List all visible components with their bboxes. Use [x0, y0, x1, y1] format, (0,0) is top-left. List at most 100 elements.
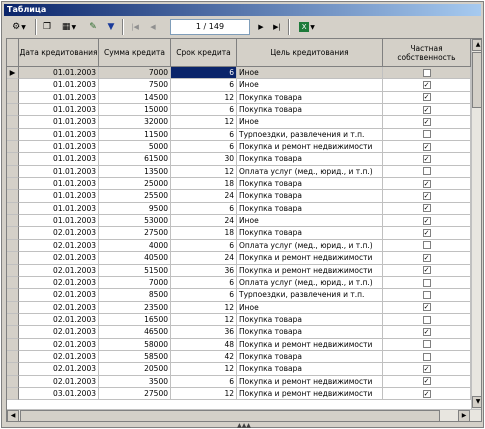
- cell-date[interactable]: 01.01.2003: [19, 116, 99, 129]
- cell-term[interactable]: 12: [171, 313, 237, 327]
- cell-purpose[interactable]: Покупка товара: [237, 363, 383, 376]
- cell-purpose[interactable]: Покупка товара: [237, 178, 383, 191]
- column-header-term[interactable]: Срок кредита: [171, 39, 237, 67]
- cell-amount[interactable]: 25500: [99, 190, 171, 203]
- private-property-checkbox[interactable]: [422, 130, 431, 139]
- row-indicator[interactable]: [7, 350, 19, 364]
- private-property-checkbox[interactable]: [422, 241, 431, 250]
- table-row[interactable]: 02.01.2003 3500 6 Покупка и ремонт недвижим…: [7, 375, 481, 388]
- private-property-checkbox[interactable]: ✓: [422, 389, 431, 398]
- scroll-up-icon[interactable]: ▲: [472, 39, 481, 51]
- private-property-checkbox[interactable]: ✓: [422, 81, 431, 90]
- cell-amount[interactable]: 27500: [99, 227, 171, 240]
- row-indicator[interactable]: [7, 227, 19, 240]
- cell-amount[interactable]: 25000: [99, 178, 171, 191]
- private-property-checkbox[interactable]: ✓: [422, 377, 431, 386]
- private-property-checkbox[interactable]: [422, 278, 431, 287]
- cell-amount[interactable]: 7000: [99, 276, 171, 290]
- row-indicator[interactable]: [7, 276, 19, 290]
- private-property-checkbox[interactable]: ✓: [422, 179, 431, 188]
- table-row[interactable]: 01.01.2003 5000 6 Покупка и ремонт недвижим…: [7, 141, 481, 154]
- first-record-icon[interactable]: |◀: [128, 19, 142, 35]
- row-indicator[interactable]: [7, 301, 19, 314]
- table-row[interactable]: 02.01.2003 58500 42 Покупка товара: [7, 350, 481, 364]
- clear-filter-icon[interactable]: ✎: [86, 19, 100, 35]
- cell-date[interactable]: 01.01.2003: [19, 215, 99, 228]
- cell-term[interactable]: 36: [171, 326, 237, 339]
- cell-date[interactable]: 02.01.2003: [19, 289, 99, 302]
- cell-term[interactable]: 18: [171, 227, 237, 240]
- cell-term[interactable]: 48: [171, 338, 237, 351]
- table-row[interactable]: 02.01.2003 20500 12 Покупка товара ✓: [7, 363, 481, 376]
- cell-amount[interactable]: 13500: [99, 165, 171, 179]
- cell-term[interactable]: 12: [171, 301, 237, 314]
- cell-purpose[interactable]: Иное: [237, 301, 383, 314]
- cell-amount[interactable]: 5000: [99, 141, 171, 154]
- cell-amount[interactable]: 3500: [99, 375, 171, 388]
- private-property-checkbox[interactable]: [422, 340, 431, 349]
- row-indicator[interactable]: [7, 313, 19, 327]
- row-indicator[interactable]: [7, 116, 19, 129]
- private-property-checkbox[interactable]: ✓: [422, 192, 431, 201]
- cell-date[interactable]: 01.01.2003: [19, 178, 99, 191]
- cell-purpose[interactable]: Оплата услуг (мед., юрид., и т.п.): [237, 276, 383, 290]
- private-property-checkbox[interactable]: ✓: [422, 142, 431, 151]
- cell-amount[interactable]: 32000: [99, 116, 171, 129]
- resize-grip-icon[interactable]: ▲▲▲: [227, 422, 261, 429]
- cell-term[interactable]: 24: [171, 252, 237, 265]
- row-indicator[interactable]: [7, 338, 19, 351]
- cell-amount[interactable]: 40500: [99, 252, 171, 265]
- cell-term[interactable]: 24: [171, 190, 237, 203]
- cell-term[interactable]: 6: [171, 375, 237, 388]
- cell-term[interactable]: 6: [171, 67, 237, 80]
- cell-date[interactable]: 02.01.2003: [19, 264, 99, 277]
- cell-purpose[interactable]: Покупка и ремонт недвижимости: [237, 387, 383, 401]
- cell-amount[interactable]: 15000: [99, 104, 171, 117]
- cell-amount[interactable]: 46500: [99, 326, 171, 339]
- cell-date[interactable]: 02.01.2003: [19, 338, 99, 351]
- column-header-purpose[interactable]: Цель кредитования: [237, 39, 383, 67]
- table-row[interactable]: 01.01.2003 61500 30 Покупка товара ✓: [7, 153, 481, 166]
- row-indicator[interactable]: [7, 363, 19, 376]
- table-row[interactable]: 01.01.2003 13500 12 Оплата услуг (мед., юри…: [7, 165, 481, 179]
- next-record-icon[interactable]: ▶: [254, 19, 268, 35]
- row-indicator[interactable]: [7, 289, 19, 302]
- copy-icon[interactable]: ❐: [40, 19, 54, 35]
- private-property-checkbox[interactable]: ✓: [422, 118, 431, 127]
- table-row[interactable]: 01.01.2003 7500 6 Иное ✓: [7, 79, 481, 92]
- cell-purpose[interactable]: Покупка и ремонт недвижимости: [237, 252, 383, 265]
- row-indicator[interactable]: [7, 165, 19, 179]
- record-position-field[interactable]: 1 / 149: [170, 19, 250, 35]
- horizontal-scrollbar[interactable]: ◀ ▶: [7, 409, 481, 421]
- cell-date[interactable]: 02.01.2003: [19, 239, 99, 253]
- table-row[interactable]: 02.01.2003 27500 18 Покупка товара ✓: [7, 227, 481, 240]
- table-row[interactable]: ▶ 01.01.2003 7000 6 Иное: [7, 67, 481, 80]
- cell-amount[interactable]: 14500: [99, 91, 171, 105]
- row-indicator[interactable]: [7, 128, 19, 142]
- cell-term[interactable]: 6: [171, 276, 237, 290]
- private-property-checkbox[interactable]: [422, 68, 431, 77]
- cell-term[interactable]: 6: [171, 79, 237, 92]
- private-property-checkbox[interactable]: [422, 167, 431, 176]
- scroll-left-icon[interactable]: ◀: [7, 410, 19, 421]
- prev-record-icon[interactable]: ◀: [146, 19, 160, 35]
- row-indicator[interactable]: [7, 91, 19, 105]
- table-row[interactable]: 01.01.2003 25500 24 Покупка товара ✓: [7, 190, 481, 203]
- vertical-scroll-thumb[interactable]: [472, 52, 481, 108]
- cell-term[interactable]: 6: [171, 128, 237, 142]
- cell-purpose[interactable]: Покупка товара: [237, 313, 383, 327]
- cell-term[interactable]: 12: [171, 387, 237, 401]
- cell-amount[interactable]: 27500: [99, 387, 171, 401]
- cell-date[interactable]: 01.01.2003: [19, 202, 99, 216]
- column-header-amount[interactable]: Сумма кредита: [99, 39, 171, 67]
- cell-term[interactable]: 12: [171, 91, 237, 105]
- private-property-checkbox[interactable]: ✓: [422, 155, 431, 164]
- vertical-scrollbar[interactable]: ▲ ▼: [471, 39, 481, 409]
- table-row[interactable]: 02.01.2003 46500 36 Покупка товара ✓: [7, 326, 481, 339]
- cell-date[interactable]: 01.01.2003: [19, 141, 99, 154]
- cell-purpose[interactable]: Покупка товара: [237, 190, 383, 203]
- cell-amount[interactable]: 9500: [99, 202, 171, 216]
- row-indicator[interactable]: [7, 375, 19, 388]
- cell-amount[interactable]: 23500: [99, 301, 171, 314]
- table-row[interactable]: 02.01.2003 7000 6 Оплата услуг (мед., юрид.…: [7, 276, 481, 290]
